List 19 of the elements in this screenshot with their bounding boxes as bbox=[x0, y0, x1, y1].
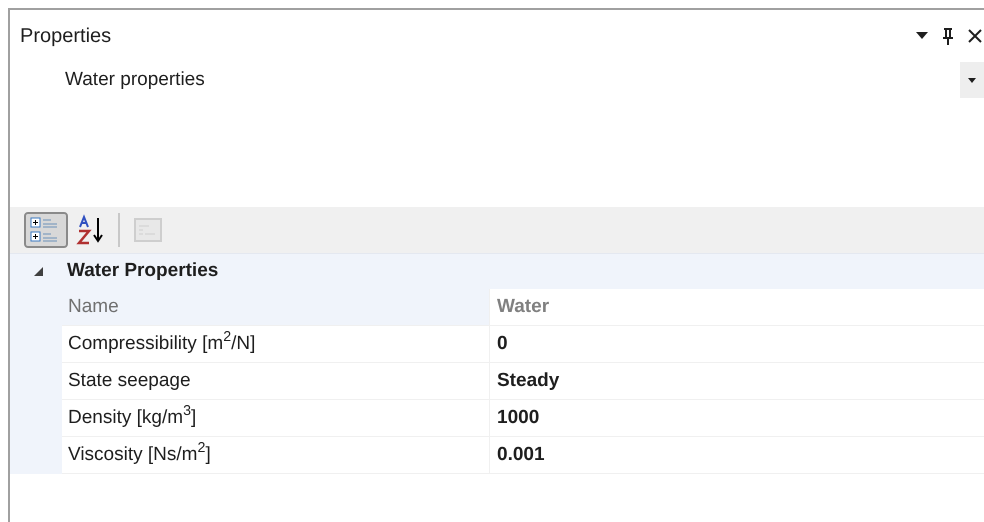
property-name[interactable]: Viscosity [Ns/m$^{2}$] bbox=[62, 437, 490, 474]
category-label: Water Properties bbox=[67, 259, 218, 284]
pin-icon[interactable] bbox=[942, 27, 954, 45]
property-name[interactable]: Compressibility [m$^{2}$/N] bbox=[62, 326, 490, 363]
property-value[interactable]: Water bbox=[490, 289, 984, 326]
close-icon[interactable] bbox=[968, 29, 982, 43]
expanded-triangle-icon[interactable] bbox=[34, 267, 43, 276]
panel-title: Properties bbox=[20, 24, 112, 49]
dropdown-icon[interactable] bbox=[916, 32, 928, 40]
property-name[interactable]: Density [kg/m$^{3}$] bbox=[62, 400, 490, 437]
property-value[interactable]: 1000 bbox=[490, 400, 984, 437]
property-name[interactable]: Name bbox=[62, 289, 490, 326]
object-selector[interactable]: Water properties bbox=[20, 62, 984, 98]
property-value[interactable]: 0.001 bbox=[490, 437, 984, 474]
categorized-button[interactable] bbox=[24, 212, 68, 248]
property-value[interactable]: Steady bbox=[490, 363, 984, 400]
property-value[interactable]: 0 bbox=[490, 326, 984, 363]
property-name[interactable]: State seepage bbox=[62, 363, 490, 400]
caret-icon bbox=[968, 78, 976, 82]
